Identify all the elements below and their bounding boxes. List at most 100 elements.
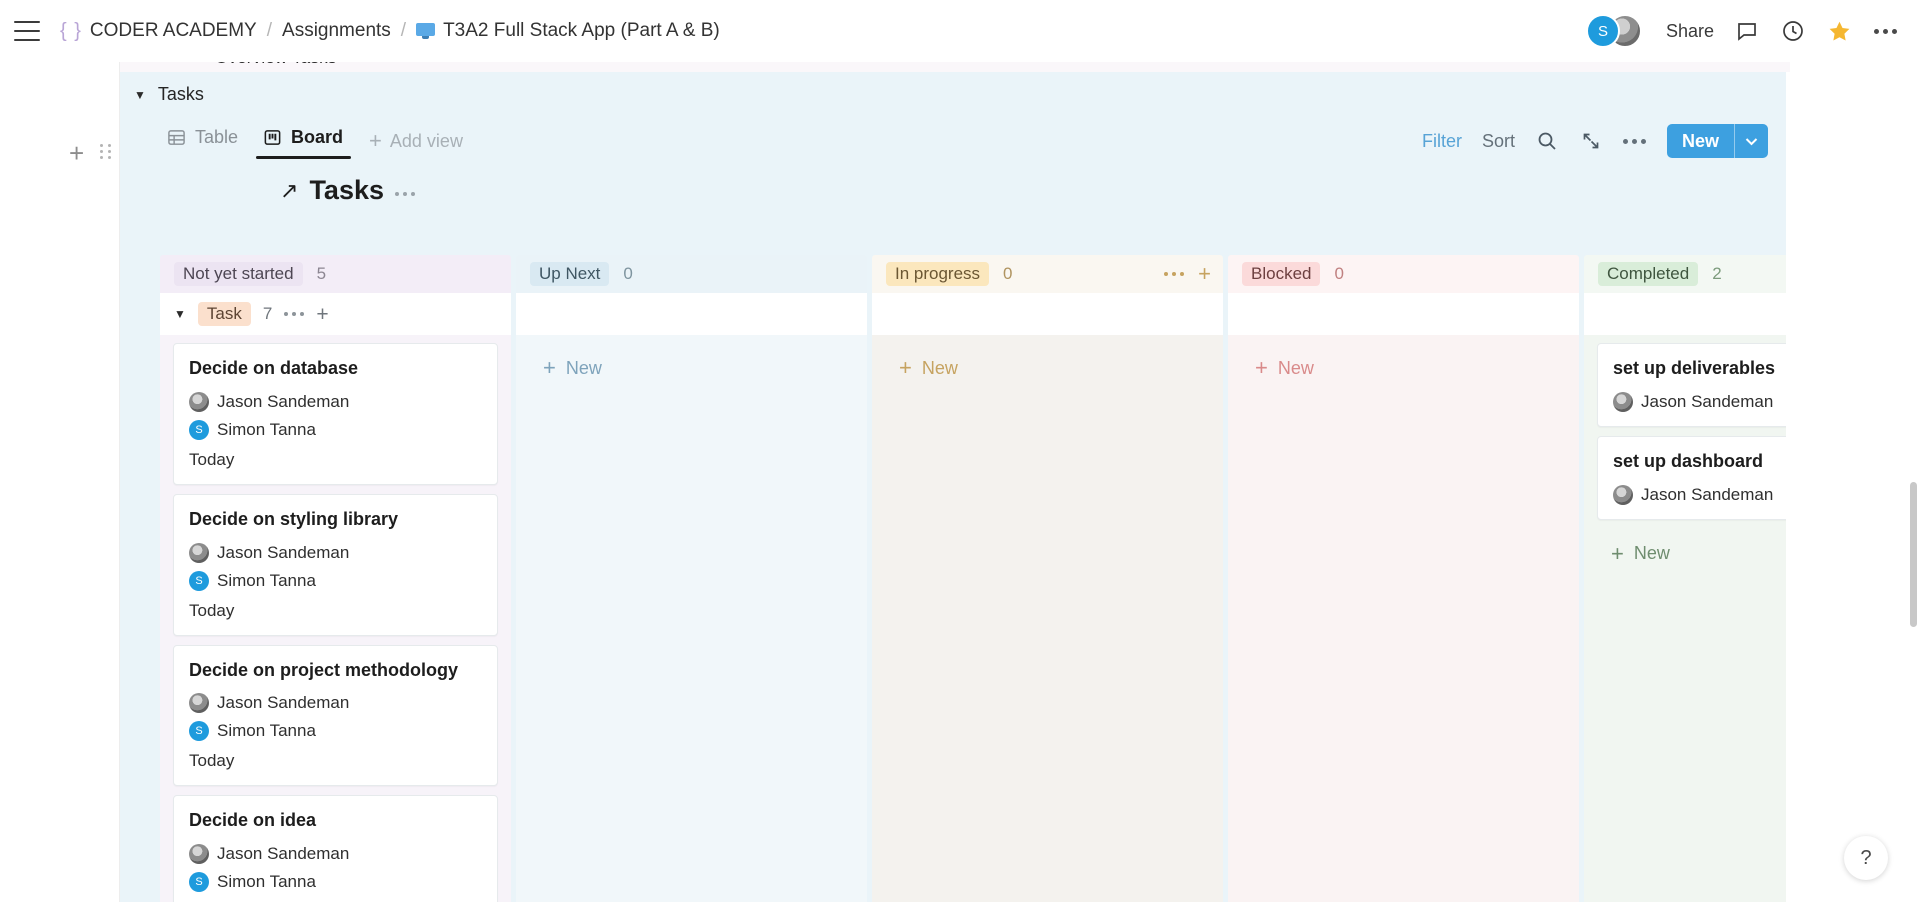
- breadcrumb-workspace[interactable]: CODER ACADEMY: [90, 20, 257, 42]
- drag-handle-icon[interactable]: [100, 144, 111, 160]
- board-column: Not yet started 5 ▼ Task 7 + Decide on databas…: [160, 255, 511, 902]
- breadcrumb-page[interactable]: T3A2 Full Stack App (Part A & B): [443, 20, 720, 42]
- column-count: 0: [1334, 264, 1344, 283]
- assignee-name: Simon Tanna: [217, 872, 316, 891]
- cut-off-tabs-label: Overview Tasks: [215, 62, 337, 68]
- group-add-icon[interactable]: +: [316, 304, 328, 325]
- assignee[interactable]: Jason Sandeman: [189, 391, 349, 412]
- assignee[interactable]: S Simon Tanna: [189, 872, 316, 892]
- star-icon[interactable]: [1826, 18, 1852, 44]
- expand-diagonal-icon[interactable]: [1579, 129, 1603, 153]
- task-card[interactable]: Decide on project methodology Jason Sande…: [173, 644, 498, 787]
- task-card[interactable]: Decide on database Jason Sandeman S Simon T…: [173, 343, 498, 485]
- column-count: 2: [1712, 264, 1722, 283]
- card-list: set up deliverables Jason Sandeman set up …: [1584, 335, 1786, 565]
- status-badge[interactable]: Completed: [1598, 262, 1699, 286]
- breadcrumb-section[interactable]: Assignments: [282, 20, 391, 42]
- collaborator-avatars[interactable]: S: [1585, 14, 1646, 48]
- add-block-icon[interactable]: +: [69, 140, 84, 166]
- task-card[interactable]: Decide on idea Jason Sandeman S Simon Tanna…: [173, 795, 498, 902]
- kanban-board: Not yet started 5 ▼ Task 7 + Decide on databas…: [160, 255, 1786, 902]
- chevron-down-icon[interactable]: [1735, 124, 1768, 158]
- more-horizontal-icon[interactable]: [1164, 272, 1185, 276]
- status-badge[interactable]: Blocked: [1242, 262, 1321, 286]
- tasks-panel: ▼ Tasks Table Board + Add view Filter So…: [120, 72, 1786, 902]
- task-card-date: Today: [189, 751, 235, 771]
- filter-button[interactable]: Filter: [1422, 131, 1462, 152]
- card-list: + New: [516, 335, 867, 379]
- assignee[interactable]: Jason Sandeman: [189, 844, 349, 864]
- avatar: [189, 693, 209, 714]
- more-horizontal-icon[interactable]: [395, 191, 415, 196]
- more-horizontal-icon[interactable]: [1872, 18, 1898, 44]
- board-column: Completed 2 set up deliverables Jason Sande…: [1584, 255, 1786, 902]
- arrow-up-right-icon[interactable]: ↗: [280, 179, 298, 202]
- assignee[interactable]: Jason Sandeman: [1613, 484, 1773, 505]
- column-body: + New: [1228, 335, 1579, 902]
- task-card-assignees: Jason Sandeman S Simon Tanna: [189, 542, 482, 591]
- hamburger-menu-icon[interactable]: [14, 21, 40, 41]
- task-card-title: Decide on idea: [189, 810, 317, 831]
- new-button[interactable]: New: [1666, 124, 1768, 158]
- vertical-scrollbar[interactable]: [1910, 482, 1917, 627]
- task-card-date: Today: [189, 600, 235, 620]
- avatar: [1613, 391, 1633, 412]
- comment-icon[interactable]: [1734, 18, 1760, 44]
- group-row: [872, 293, 1223, 335]
- column-count: 5: [316, 264, 327, 283]
- add-new-card-button[interactable]: + New: [885, 343, 1210, 379]
- task-card[interactable]: Decide on styling library Jason Sandeman S…: [173, 493, 498, 636]
- avatar[interactable]: S: [1585, 14, 1620, 48]
- task-card[interactable]: set up deliverables Jason Sandeman: [1597, 343, 1786, 427]
- history-clock-icon[interactable]: [1780, 18, 1806, 44]
- task-card-date: Today: [189, 449, 235, 469]
- tab-board[interactable]: Board: [254, 121, 353, 161]
- new-button-label: New: [1681, 130, 1719, 151]
- more-horizontal-icon[interactable]: [284, 312, 305, 316]
- assignee[interactable]: Jason Sandeman: [1613, 391, 1773, 412]
- add-new-card-button[interactable]: + New: [529, 343, 854, 379]
- search-icon[interactable]: [1535, 129, 1559, 153]
- tab-table[interactable]: Table: [158, 121, 248, 161]
- assignee-name: Simon Tanna: [217, 419, 316, 439]
- avatar: S: [189, 570, 209, 591]
- share-button[interactable]: Share: [1666, 21, 1714, 42]
- view-tabs: Table Board + Add view: [158, 121, 473, 161]
- board-heading: ↗ Tasks: [120, 165, 1786, 218]
- assignee[interactable]: Jason Sandeman: [189, 542, 349, 563]
- status-badge[interactable]: Not yet started: [174, 262, 303, 286]
- add-new-card-button[interactable]: + New: [1241, 343, 1566, 379]
- group-row: [1584, 293, 1786, 335]
- status-badge[interactable]: Up Next: [530, 262, 610, 286]
- view-toolbar-actions: Filter Sort New: [1422, 124, 1768, 158]
- column-count: 0: [623, 264, 633, 283]
- assignee[interactable]: S Simon Tanna: [189, 721, 316, 742]
- assignee[interactable]: S Simon Tanna: [189, 419, 316, 440]
- collapse-caret-icon[interactable]: ▼: [134, 88, 146, 102]
- assignee-name: Simon Tanna: [217, 721, 316, 741]
- group-collapse-caret-icon[interactable]: ▼: [174, 307, 186, 321]
- assignee[interactable]: Jason Sandeman: [189, 693, 349, 714]
- add-card-icon[interactable]: +: [1198, 263, 1211, 285]
- card-list: Decide on database Jason Sandeman S Simon T…: [160, 335, 511, 902]
- more-horizontal-icon[interactable]: [1623, 129, 1647, 153]
- help-button[interactable]: ?: [1844, 836, 1888, 880]
- avatar: S: [189, 721, 209, 742]
- task-card-title: Decide on project methodology: [189, 659, 459, 680]
- plus-icon: +: [1255, 355, 1268, 380]
- add-view-button[interactable]: + Add view: [359, 124, 473, 158]
- task-card-assignees: Jason Sandeman S Simon Tanna: [189, 844, 482, 892]
- task-card-assignees: Jason Sandeman S Simon Tanna: [189, 693, 482, 742]
- assignee[interactable]: S Simon Tanna: [189, 570, 316, 591]
- status-badge[interactable]: In progress: [886, 262, 990, 286]
- sort-button[interactable]: Sort: [1482, 131, 1515, 152]
- group-badge[interactable]: Task: [197, 302, 251, 326]
- board-column: Blocked 0 + New: [1228, 255, 1579, 902]
- add-view-label: Add view: [389, 130, 463, 151]
- plus-icon: +: [543, 355, 556, 380]
- add-new-card-button[interactable]: + New: [1597, 529, 1786, 565]
- top-bar-actions: S Share: [1585, 14, 1898, 48]
- assignee-name: Jason Sandeman: [217, 844, 350, 863]
- task-card[interactable]: set up dashboard Jason Sandeman: [1597, 435, 1786, 520]
- task-card-title: Decide on database: [189, 358, 359, 378]
